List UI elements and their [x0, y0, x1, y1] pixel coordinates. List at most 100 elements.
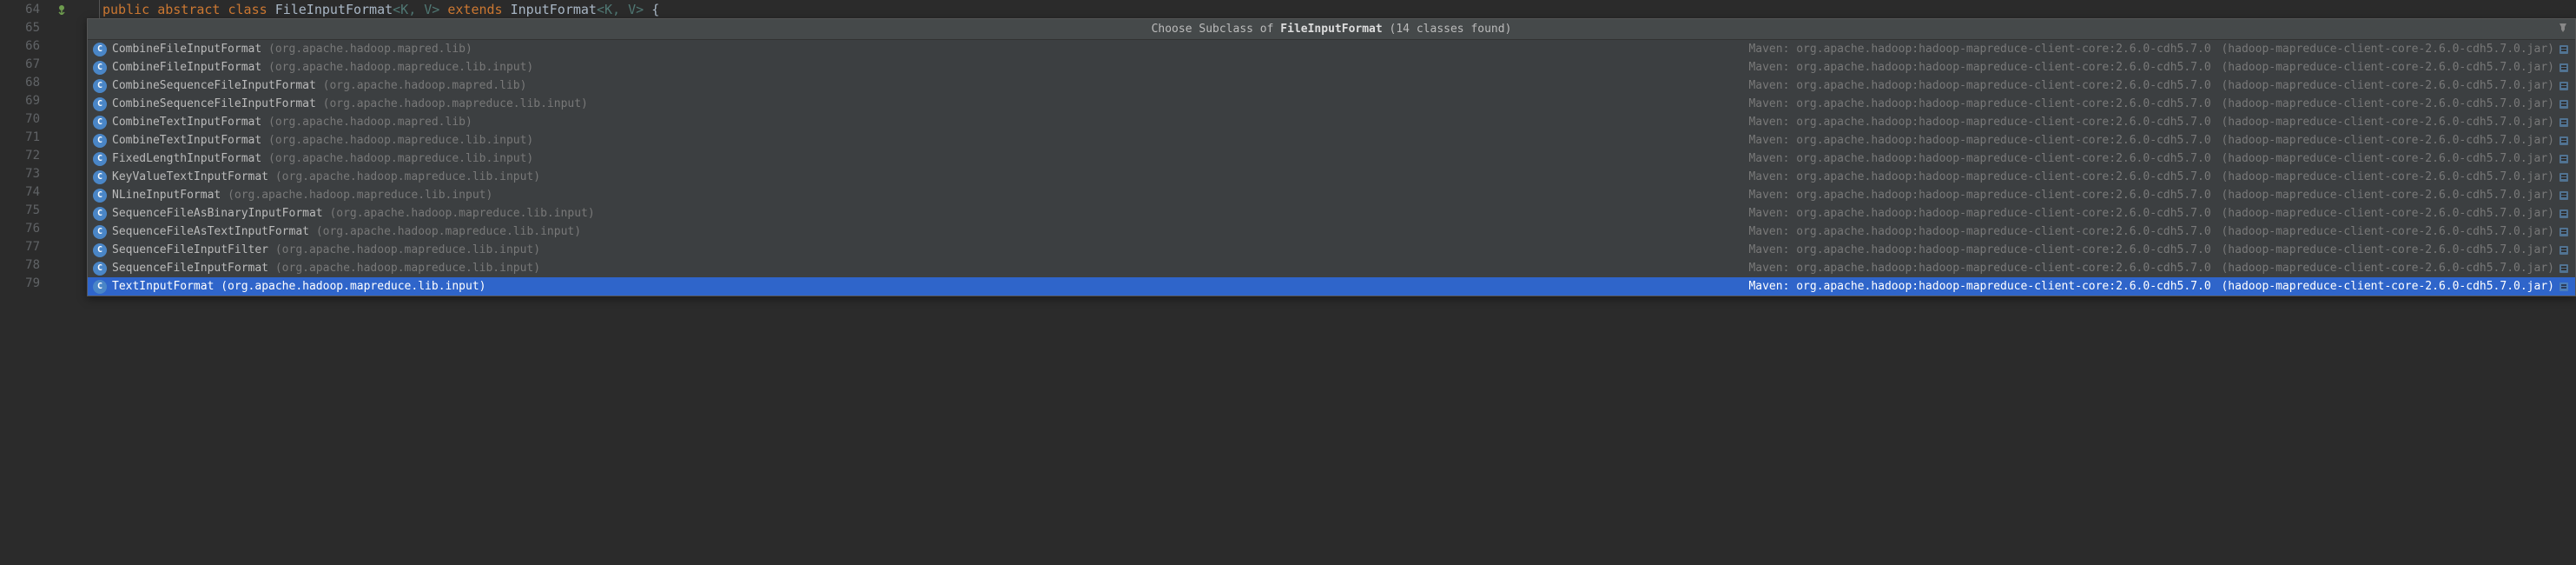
- subclass-item[interactable]: CSequenceFileInputFormat (org.apache.had…: [88, 259, 2575, 277]
- subclass-item[interactable]: CSequenceFileAsBinaryInputFormat (org.ap…: [88, 204, 2575, 223]
- library-lock-icon: [2558, 171, 2570, 183]
- popup-header: Choose Subclass of FileInputFormat (14 c…: [88, 19, 2575, 40]
- pin-icon[interactable]: [2558, 23, 2568, 37]
- class-icon: C: [93, 116, 107, 130]
- subclass-item[interactable]: CKeyValueTextInputFormat (org.apache.had…: [88, 168, 2575, 186]
- jar-name-label: (hadoop-mapreduce-client-core-2.6.0-cdh5…: [2221, 61, 2554, 74]
- line-number: 77: [3, 240, 56, 254]
- subclass-item[interactable]: CCombineSequenceFileInputFormat (org.apa…: [88, 95, 2575, 113]
- subclass-item[interactable]: C CombineTextInputFormat (org.apache.hado…: [88, 131, 2575, 150]
- generic-params: <K, V>: [393, 2, 439, 17]
- library-lock-icon: [2558, 244, 2570, 256]
- supertype-name: InputFormat: [511, 2, 597, 17]
- maven-source-label: Maven: org.apache.hadoop:hadoop-mapreduc…: [1748, 189, 2217, 202]
- library-lock-icon: [2558, 189, 2570, 202]
- jar-name-label: (hadoop-mapreduce-client-core-2.6.0-cdh5…: [2221, 207, 2554, 220]
- subclass-item[interactable]: CSequenceFileInputFilter (org.apache.had…: [88, 241, 2575, 259]
- implemented-icon[interactable]: [56, 3, 68, 16]
- library-lock-icon: [2558, 116, 2570, 129]
- jar-name-label: (hadoop-mapreduce-client-core-2.6.0-cdh5…: [2221, 43, 2554, 56]
- class-icon: C: [93, 43, 107, 56]
- class-name-label: SequenceFileAsBinaryInputFormat: [112, 207, 329, 220]
- line-number: 68: [3, 76, 56, 90]
- library-lock-icon: [2558, 153, 2570, 165]
- package-label: (org.apache.hadoop.mapreduce.lib.input): [275, 243, 540, 256]
- subclass-item[interactable]: C CombineFileInputFormat (org.apache.hado…: [88, 40, 2575, 58]
- subclass-chooser-popup[interactable]: Choose Subclass of FileInputFormat (14 c…: [87, 18, 2576, 296]
- line-number: 73: [3, 167, 56, 181]
- maven-source-label: Maven: org.apache.hadoop:hadoop-mapreduc…: [1748, 207, 2217, 220]
- subclass-item[interactable]: C CombineTextInputFormat (org.apache.hado…: [88, 113, 2575, 131]
- editor-line-64: 64 public abstract class FileInputFormat…: [0, 0, 2576, 18]
- maven-source-label: Maven: org.apache.hadoop:hadoop-mapreduc…: [1748, 116, 2217, 129]
- subclass-item[interactable]: CTextInputFormat (org.apache.hadoop.mapr…: [88, 277, 2575, 296]
- package-label: (org.apache.hadoop.mapreduce.lib.input): [228, 189, 492, 202]
- subclass-list[interactable]: C CombineFileInputFormat (org.apache.hado…: [88, 40, 2575, 296]
- subclass-item[interactable]: CSequenceFileAsTextInputFormat (org.apac…: [88, 223, 2575, 241]
- class-icon: C: [93, 280, 107, 294]
- maven-source-label: Maven: org.apache.hadoop:hadoop-mapreduc…: [1748, 134, 2217, 147]
- class-name-label: SequenceFileInputFilter: [112, 243, 275, 256]
- library-lock-icon: [2558, 281, 2570, 293]
- maven-source-label: Maven: org.apache.hadoop:hadoop-mapreduc…: [1748, 280, 2217, 293]
- generic-params-2: <K, V>: [597, 2, 644, 17]
- class-icon: C: [93, 207, 107, 221]
- header-prefix: Choose Subclass of: [1152, 23, 1281, 36]
- library-lock-icon: [2558, 43, 2570, 56]
- class-icon: C: [93, 61, 107, 75]
- class-icon: C: [93, 134, 107, 148]
- indent-guide: [99, 0, 100, 18]
- maven-source-label: Maven: org.apache.hadoop:hadoop-mapreduc…: [1748, 43, 2217, 56]
- jar-name-label: (hadoop-mapreduce-client-core-2.6.0-cdh5…: [2221, 225, 2554, 238]
- keyword-class: class: [228, 2, 268, 17]
- subclass-item[interactable]: CCombineSequenceFileInputFormat (org.apa…: [88, 76, 2575, 95]
- code-content[interactable]: public abstract class FileInputFormat<K,…: [102, 2, 659, 17]
- header-suffix: (14 classes found): [1383, 23, 1512, 36]
- package-label: (org.apache.hadoop.mapreduce.lib.input): [268, 61, 533, 74]
- class-icon: C: [93, 97, 107, 111]
- class-name-label: CombineSequenceFileInputFormat: [112, 79, 323, 92]
- maven-source-label: Maven: org.apache.hadoop:hadoop-mapreduc…: [1748, 225, 2217, 238]
- class-name-label: CombineTextInputFormat: [112, 134, 268, 147]
- jar-name-label: (hadoop-mapreduce-client-core-2.6.0-cdh5…: [2221, 79, 2554, 92]
- line-number: 69: [3, 94, 56, 108]
- maven-source-label: Maven: org.apache.hadoop:hadoop-mapreduc…: [1748, 61, 2217, 74]
- subclass-item[interactable]: C CombineFileInputFormat (org.apache.hado…: [88, 58, 2575, 76]
- class-name-label: FixedLengthInputFormat: [112, 152, 268, 165]
- package-label: (org.apache.hadoop.mapred.lib): [323, 79, 527, 92]
- class-name-label: CombineFileInputFormat: [112, 61, 268, 74]
- package-label: (org.apache.hadoop.mapreduce.lib.input): [221, 280, 485, 293]
- class-name-label: CombineFileInputFormat: [112, 43, 268, 56]
- class-icon: C: [93, 225, 107, 239]
- subclass-item[interactable]: CNLineInputFormat (org.apache.hadoop.map…: [88, 186, 2575, 204]
- class-name-label: CombineSequenceFileInputFormat: [112, 97, 323, 110]
- library-lock-icon: [2558, 62, 2570, 74]
- jar-name-label: (hadoop-mapreduce-client-core-2.6.0-cdh5…: [2221, 280, 2554, 293]
- jar-name-label: (hadoop-mapreduce-client-core-2.6.0-cdh5…: [2221, 116, 2554, 129]
- package-label: (org.apache.hadoop.mapreduce.lib.input): [268, 134, 533, 147]
- line-number: 76: [3, 222, 56, 236]
- jar-name-label: (hadoop-mapreduce-client-core-2.6.0-cdh5…: [2221, 243, 2554, 256]
- class-icon: C: [93, 152, 107, 166]
- line-number: 64: [3, 3, 56, 17]
- line-number: 72: [3, 149, 56, 163]
- jar-name-label: (hadoop-mapreduce-client-core-2.6.0-cdh5…: [2221, 262, 2554, 275]
- class-name-label: CombineTextInputFormat: [112, 116, 268, 129]
- gutter-icons[interactable]: [56, 3, 99, 16]
- class-icon: C: [93, 189, 107, 203]
- maven-source-label: Maven: org.apache.hadoop:hadoop-mapreduc…: [1748, 170, 2217, 183]
- line-number: 74: [3, 185, 56, 199]
- class-icon: C: [93, 262, 107, 276]
- line-number: 71: [3, 130, 56, 144]
- library-lock-icon: [2558, 98, 2570, 110]
- package-label: (org.apache.hadoop.mapred.lib): [268, 116, 472, 129]
- jar-name-label: (hadoop-mapreduce-client-core-2.6.0-cdh5…: [2221, 134, 2554, 147]
- package-label: (org.apache.hadoop.mapreduce.lib.input): [275, 262, 540, 275]
- package-label: (org.apache.hadoop.mapred.lib): [268, 43, 472, 56]
- package-label: (org.apache.hadoop.mapreduce.lib.input): [316, 225, 581, 238]
- subclass-item[interactable]: CFixedLengthInputFormat (org.apache.hado…: [88, 150, 2575, 168]
- jar-name-label: (hadoop-mapreduce-client-core-2.6.0-cdh5…: [2221, 152, 2554, 165]
- keyword-abstract: abstract: [157, 2, 220, 17]
- maven-source-label: Maven: org.apache.hadoop:hadoop-mapreduc…: [1748, 97, 2217, 110]
- line-number: 75: [3, 203, 56, 217]
